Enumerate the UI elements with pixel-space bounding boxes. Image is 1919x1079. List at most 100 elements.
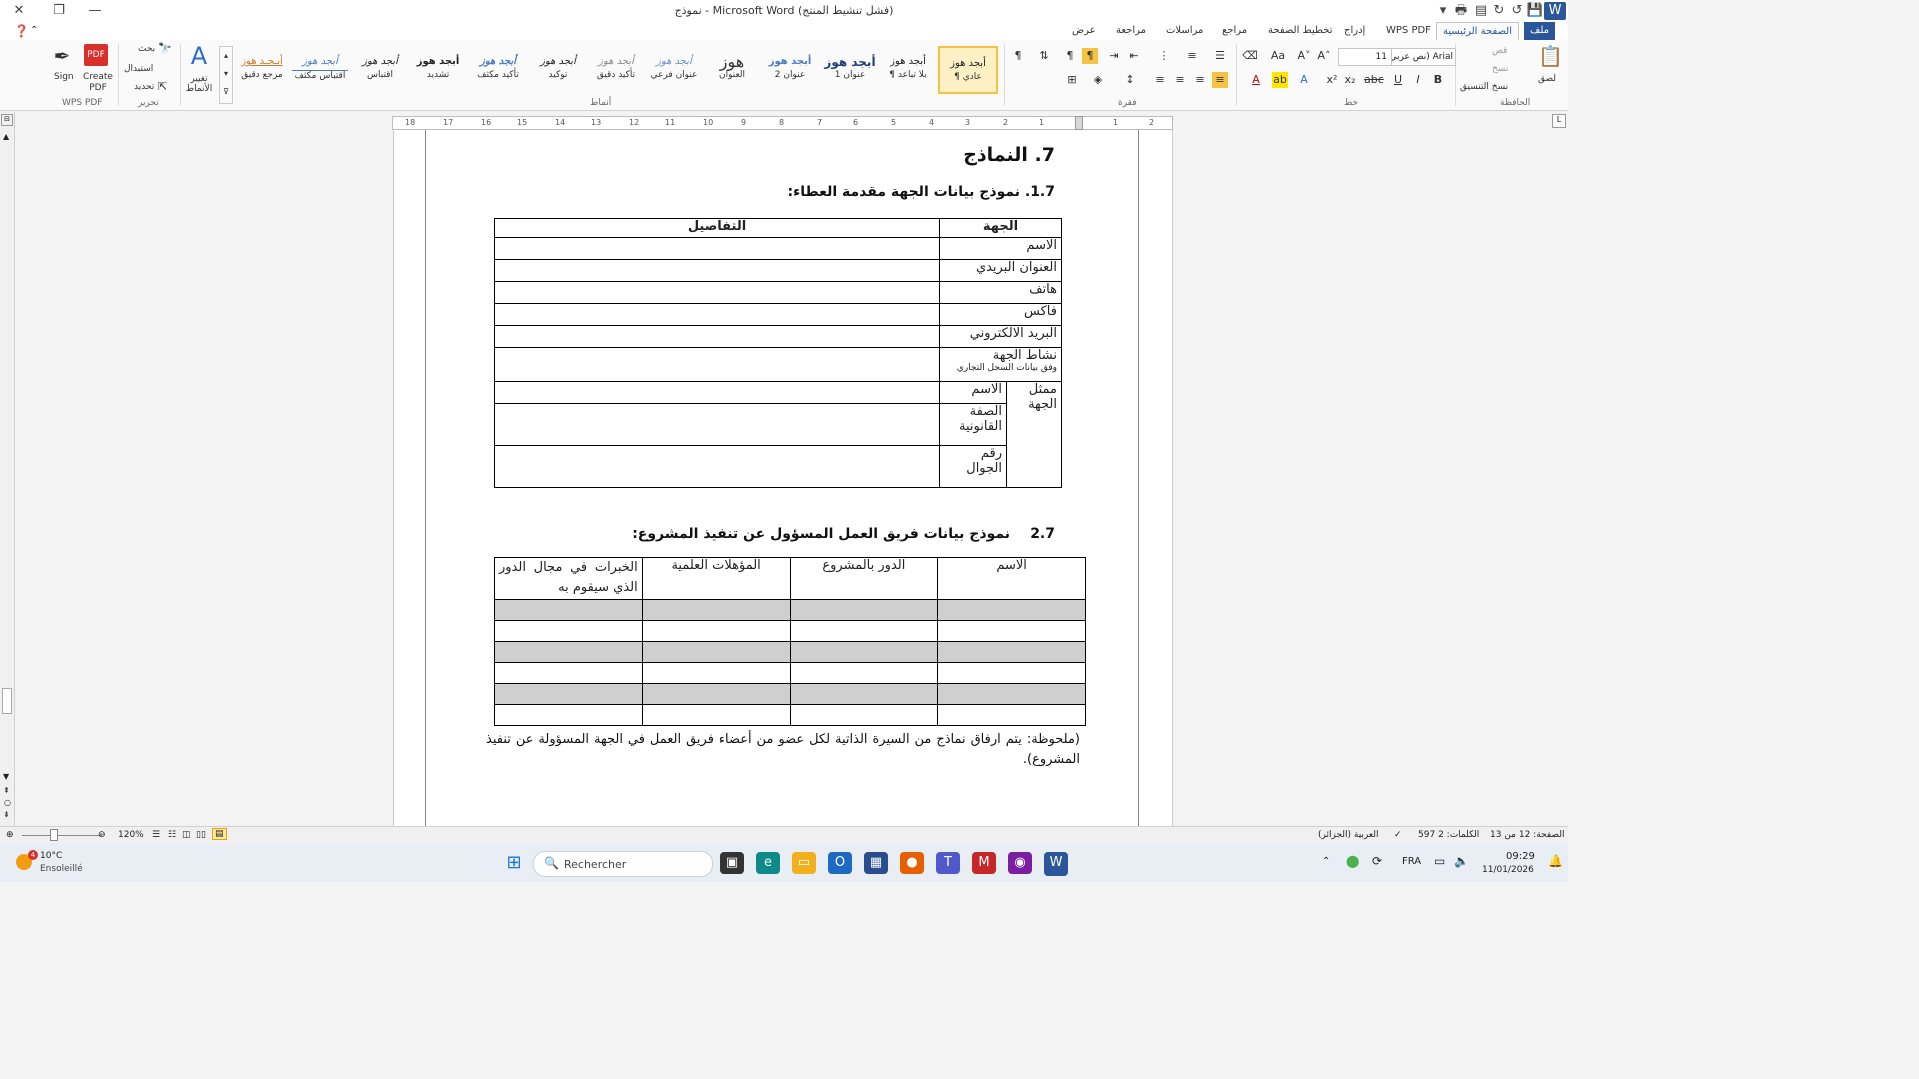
view-print-icon[interactable]: ▤ <box>212 828 227 840</box>
input-cell[interactable] <box>789 641 939 663</box>
input-cell[interactable] <box>494 662 643 684</box>
change-case-icon[interactable]: Aa <box>1270 48 1286 64</box>
bullets-icon[interactable]: ☰ <box>1212 48 1228 64</box>
ruler-toggle-icon[interactable]: L <box>1552 114 1566 128</box>
word-count[interactable]: الكلمات: 2 597 <box>1418 830 1479 840</box>
show-marks-icon[interactable]: ¶ <box>1010 48 1026 64</box>
input-cell[interactable] <box>789 683 939 705</box>
browse-object-icon[interactable]: ○ <box>4 798 11 807</box>
input-cell[interactable] <box>494 599 643 621</box>
underline-icon[interactable]: U <box>1390 72 1406 88</box>
ltr-icon[interactable]: ¶ <box>1062 48 1078 64</box>
style-subtle-emphasis[interactable]: أبجد هوز تأكيد دقيق <box>588 46 644 90</box>
cut-button[interactable]: قص <box>1492 46 1507 56</box>
restore-icon[interactable]: ❐ <box>48 2 70 20</box>
align-left-icon[interactable]: ≡ <box>1172 72 1188 88</box>
input-cell[interactable] <box>937 662 1086 684</box>
minimize-icon[interactable]: — <box>84 2 106 20</box>
align-center-icon[interactable]: ≡ <box>1192 72 1208 88</box>
volume-icon[interactable]: 🔈 <box>1454 854 1469 868</box>
style-no-spacing[interactable]: أبجد هوز ¶ بلا تباعد <box>880 46 936 90</box>
decrease-indent-icon[interactable]: ⇤ <box>1126 48 1142 64</box>
line-spacing-icon[interactable]: ↕ <box>1122 72 1138 88</box>
italic-icon[interactable]: I <box>1410 72 1426 88</box>
font-name-select[interactable]: Arial (نص عربي) أساسي <box>1390 48 1456 66</box>
bold-icon[interactable]: B <box>1430 72 1446 88</box>
sort-icon[interactable]: ⇅ <box>1036 48 1052 64</box>
input-cell[interactable] <box>494 683 643 705</box>
close-icon[interactable]: ✕ <box>8 2 30 20</box>
language-status[interactable]: العربية (الجزائر) <box>1318 830 1378 840</box>
weather-temp[interactable]: 10°C <box>40 851 62 861</box>
borders-icon[interactable]: ⊞ <box>1064 72 1080 88</box>
outlook-icon[interactable]: O <box>828 852 852 874</box>
paste-button[interactable]: لصق <box>1538 74 1556 84</box>
tray-sync-icon[interactable]: ⟳ <box>1372 854 1382 868</box>
grow-font-icon[interactable]: A˄ <box>1316 48 1332 64</box>
strikethrough-icon[interactable]: abc <box>1364 72 1384 88</box>
style-subtitle[interactable]: أبجد هوز عنوان فرعي <box>646 46 702 90</box>
subscript-icon[interactable]: x₂ <box>1342 72 1358 88</box>
input-cell[interactable] <box>789 620 939 642</box>
style-intense-quote[interactable]: أبجد هوز اقتباس مكثف <box>292 46 348 90</box>
zoom-level[interactable]: 120% <box>118 830 144 840</box>
numbering-icon[interactable]: ≡ <box>1184 48 1200 64</box>
vertical-scrollbar[interactable]: ⊟ ▲ ▼ ⇞ ○ ⇟ <box>0 112 15 826</box>
firefox-icon[interactable]: ● <box>900 852 924 874</box>
proofing-icon[interactable]: ✓ <box>1394 830 1402 840</box>
scroll-up-icon[interactable]: ▲ <box>3 132 9 141</box>
highlight-icon[interactable]: ab <box>1272 72 1288 88</box>
style-subtle-reference[interactable]: أبـجـد هوز مرجع دقيق <box>234 46 290 90</box>
zoom-slider[interactable] <box>22 835 102 836</box>
print-icon[interactable]: 🖶 <box>1450 2 1472 20</box>
tab-wps-pdf[interactable]: WPS PDF <box>1380 22 1437 40</box>
document-page[interactable]: 7. النماذج 1.7. نموذج بيانات الجهة مقدمة… <box>393 130 1173 826</box>
prev-page-icon[interactable]: ⇞ <box>3 786 10 795</box>
tab-review[interactable]: مراجعة <box>1110 22 1152 40</box>
tab-insert[interactable]: إدراج <box>1338 22 1371 40</box>
input-cell[interactable] <box>641 683 791 705</box>
input-cell[interactable] <box>494 347 940 382</box>
scroll-thumb[interactable] <box>2 688 12 714</box>
input-cell[interactable] <box>494 620 643 642</box>
tab-layout[interactable]: تخطيط الصفحة <box>1262 22 1339 40</box>
input-cell[interactable] <box>789 662 939 684</box>
input-cell[interactable] <box>641 704 791 726</box>
file-explorer-icon[interactable]: ▭ <box>792 852 816 874</box>
view-ruler-icon[interactable]: ⊟ <box>1 114 13 126</box>
input-cell[interactable] <box>641 599 791 621</box>
store-icon[interactable]: ▦ <box>864 852 888 874</box>
view-outline-icon[interactable]: ☷ <box>168 830 176 840</box>
input-cell[interactable] <box>789 704 939 726</box>
view-draft-icon[interactable]: ☰ <box>152 830 160 840</box>
next-page-icon[interactable]: ⇟ <box>3 810 10 819</box>
input-cell[interactable] <box>494 704 643 726</box>
rtl-icon[interactable]: ¶ <box>1082 48 1098 64</box>
input-cell[interactable] <box>494 641 643 663</box>
input-cell[interactable] <box>937 704 1086 726</box>
task-view-icon[interactable]: ▣ <box>720 852 744 874</box>
style-intense-emphasis[interactable]: أبجد هوز تأكيد مكثف <box>470 46 526 90</box>
weather-desc[interactable]: Ensoleillé <box>40 864 83 874</box>
input-cell[interactable] <box>494 381 940 404</box>
replace-button[interactable]: استبدال <box>124 64 153 74</box>
input-cell[interactable] <box>494 237 940 260</box>
search-box[interactable]: 🔍 Rechercher <box>533 851 713 877</box>
view-web-icon[interactable]: ◫ <box>182 830 191 840</box>
input-cell[interactable] <box>937 599 1086 621</box>
teams-icon[interactable]: T <box>936 852 960 874</box>
keyboard-language[interactable]: FRA <box>1402 856 1421 867</box>
input-cell[interactable] <box>937 620 1086 642</box>
word-taskbar-icon[interactable]: W <box>1044 852 1068 876</box>
change-styles-icon[interactable]: A <box>186 42 212 70</box>
multilevel-icon[interactable]: ⋮ <box>1156 48 1172 64</box>
zoom-slider-thumb[interactable] <box>50 829 58 841</box>
select-button[interactable]: تحديد <box>134 82 154 92</box>
style-heading-1[interactable]: أبجد هوز عنوان 1 <box>822 46 878 90</box>
save-icon[interactable]: 💾 <box>1524 2 1546 20</box>
font-color-icon[interactable]: A <box>1248 72 1264 88</box>
page-number[interactable]: الصفحة: 12 من 13 <box>1490 830 1564 840</box>
style-strong[interactable]: أبجد هوز تشديد <box>410 46 466 90</box>
input-cell[interactable] <box>937 683 1086 705</box>
start-icon[interactable]: ⊞ <box>502 852 526 874</box>
